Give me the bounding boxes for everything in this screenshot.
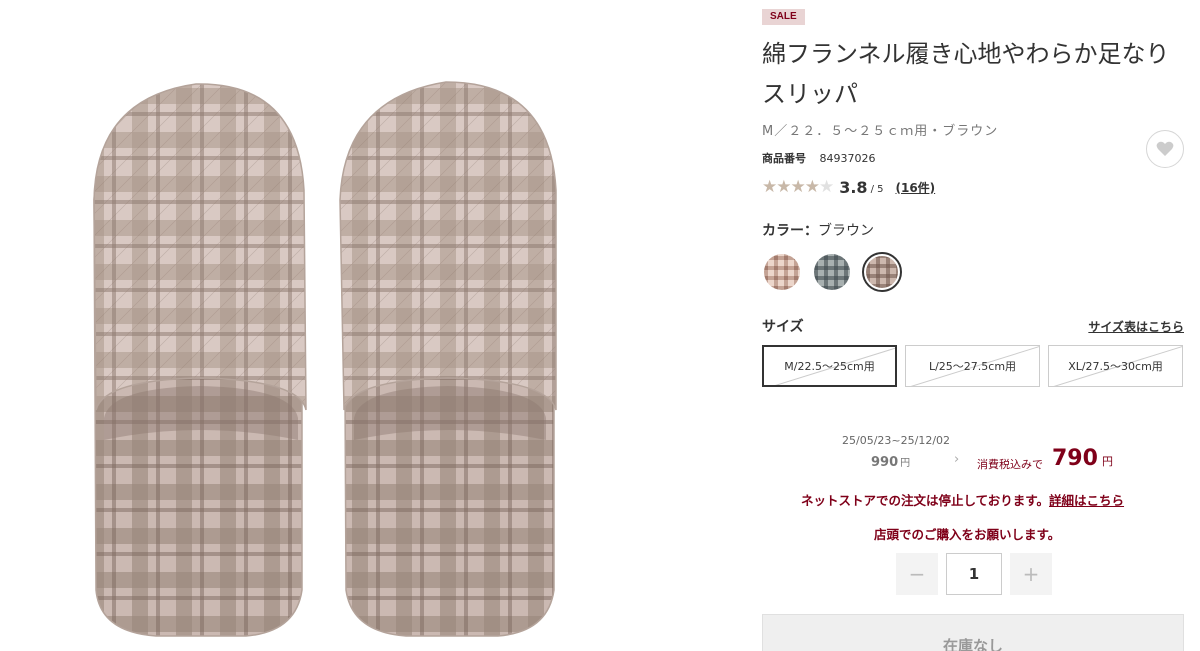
favorite-button[interactable] bbox=[1146, 130, 1184, 168]
size-option-m[interactable]: M/22.5〜25cm用 bbox=[762, 345, 897, 387]
sale-price-unit: 円 bbox=[1101, 455, 1113, 468]
rating-max: / 5 bbox=[870, 183, 884, 195]
sale-price: 790 円 bbox=[1052, 446, 1113, 471]
product-image bbox=[0, 0, 700, 651]
size-option-label: M/22.5〜25cm用 bbox=[784, 360, 875, 373]
size-label: サイズ bbox=[762, 319, 804, 335]
size-option-xl[interactable]: XL/27.5〜30cm用 bbox=[1048, 345, 1183, 387]
heart-icon bbox=[1156, 141, 1174, 156]
product-variant: M／２２．５〜２５ｃｍ用・ブラウン bbox=[762, 124, 999, 139]
notice-details-link[interactable]: 詳細はこちら bbox=[1049, 493, 1124, 508]
quantity-increase-button[interactable]: + bbox=[1010, 553, 1052, 595]
store-purchase-notice: 店頭でのご購入をお願いします。 bbox=[874, 527, 1061, 542]
original-price-value: 990 bbox=[871, 455, 899, 470]
quantity-input[interactable]: 1 bbox=[946, 553, 1002, 595]
item-number-label: 商品番号 bbox=[762, 152, 806, 165]
item-number-value: 84937026 bbox=[819, 152, 876, 165]
product-title: 綿フランネル履き心地やわらか足なりスリッパ bbox=[762, 40, 1170, 108]
sale-price-value: 790 bbox=[1052, 446, 1098, 471]
online-order-notice: ネットストアでの注文は停止しております。詳細はこちら bbox=[801, 490, 1124, 509]
size-option-l[interactable]: L/25〜27.5cm用 bbox=[905, 345, 1040, 387]
original-price-unit: 円 bbox=[900, 458, 911, 469]
color-selection: カラー：ブラウン bbox=[762, 220, 874, 240]
size-option-label: L/25〜27.5cm用 bbox=[928, 360, 1017, 373]
right-slipper bbox=[339, 81, 557, 637]
size-chart-link[interactable]: サイズ表はこちら bbox=[1088, 318, 1184, 335]
chevron-right-icon: › bbox=[954, 452, 960, 467]
quantity-stepper: − 1 + bbox=[896, 553, 1052, 595]
swatch-gray-check[interactable] bbox=[812, 252, 852, 292]
left-slipper bbox=[93, 83, 307, 637]
original-price: 990 円 bbox=[871, 454, 910, 470]
size-option-label: XL/27.5〜30cm用 bbox=[1068, 360, 1163, 373]
out-of-stock-button[interactable]: 在庫なし bbox=[762, 614, 1184, 651]
swatch-brown-check[interactable] bbox=[862, 252, 902, 292]
tax-included-label: 消費税込みで bbox=[977, 458, 1043, 471]
color-swatches bbox=[762, 252, 902, 292]
sale-badge: SALE bbox=[762, 9, 805, 25]
swatch-pink-check[interactable] bbox=[762, 252, 802, 292]
color-value: ブラウン bbox=[818, 223, 874, 239]
quantity-decrease-button[interactable]: − bbox=[896, 553, 938, 595]
rating-stars-icon: ★★★★★ bbox=[762, 177, 834, 197]
slippers-illustration bbox=[93, 81, 557, 637]
rating-score: 3.8 bbox=[839, 177, 868, 197]
item-number: 商品番号 84937026 bbox=[762, 150, 876, 166]
rating: ★★★★★ 3.8 / 5 (16件) bbox=[762, 176, 935, 198]
color-label: カラー： bbox=[762, 223, 818, 239]
review-count-link[interactable]: (16件) bbox=[895, 179, 935, 196]
notice-text: ネットストアでの注文は停止しております。 bbox=[801, 493, 1050, 508]
size-options: M/22.5〜25cm用 L/25〜27.5cm用 XL/27.5〜30cm用 bbox=[762, 345, 1183, 387]
sale-period: 25/05/23~25/12/02 bbox=[842, 434, 951, 447]
